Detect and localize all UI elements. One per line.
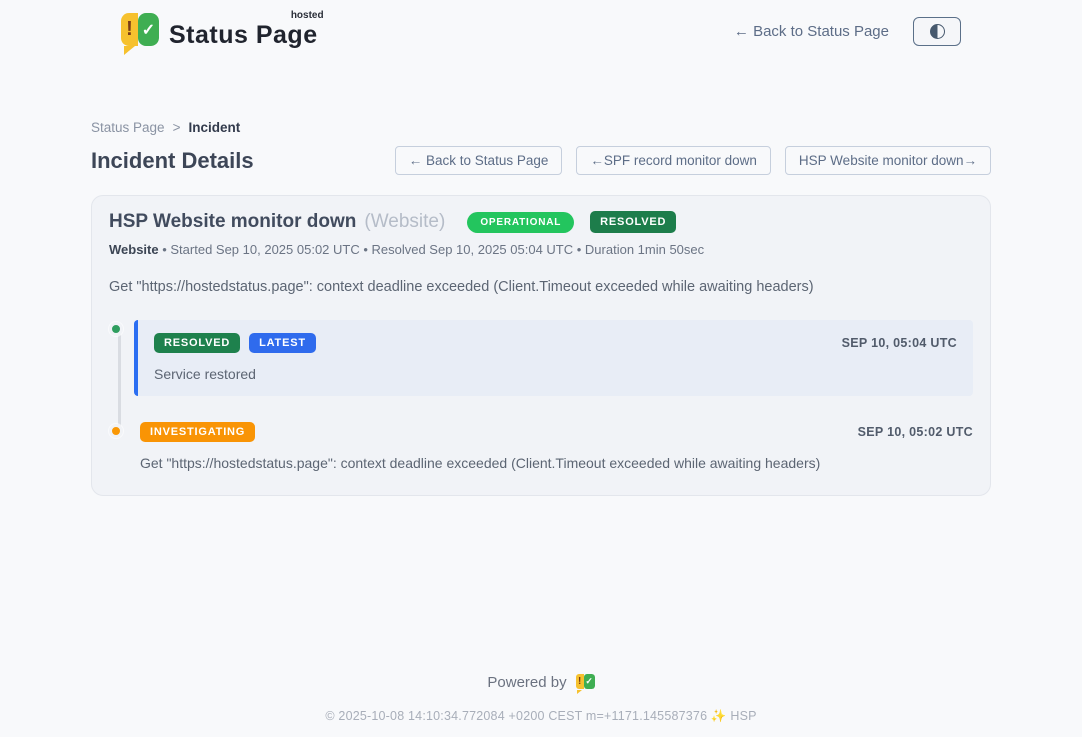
breadcrumb: Status Page > Incident — [91, 120, 991, 135]
logo-bubble-icon: ! ✓ — [121, 13, 159, 49]
back-to-status-page-button[interactable]: ← Back to Status Page — [395, 146, 563, 175]
incident-description: Get "https://hostedstatus.page": context… — [109, 279, 973, 295]
page-header: ! ✓ Status Page hosted ← Back to Status … — [0, 0, 1082, 50]
main-content: Status Page > Incident Incident Details … — [91, 120, 991, 724]
contrast-icon — [930, 24, 945, 39]
page-footer: Powered by ! ✓ © 2025-10-08 14:10:34.772… — [91, 674, 991, 724]
incident-nav-buttons: ← Back to Status Page ←SPF record monito… — [395, 146, 991, 175]
powered-by[interactable]: Powered by ! ✓ — [487, 674, 594, 691]
checkmark-icon: ✓ — [138, 13, 159, 46]
exclamation-icon: ! — [121, 13, 138, 46]
timeline-latest-badge: LATEST — [249, 333, 316, 353]
incident-component: (Website) — [364, 211, 445, 233]
incident-title: HSP Website monitor down — [109, 211, 356, 233]
timeline-resolved-badge: RESOLVED — [154, 333, 240, 353]
mini-logo-icon: ! ✓ — [576, 674, 595, 691]
page-title: Incident Details — [91, 148, 254, 174]
timeline-highlight-box: RESOLVED LATEST SEP 10, 05:04 UTC Servic… — [134, 320, 973, 396]
breadcrumb-status-page[interactable]: Status Page — [91, 120, 165, 135]
resolved-badge: RESOLVED — [590, 211, 676, 233]
status-page-logo[interactable]: ! ✓ Status Page hosted — [121, 13, 318, 50]
brand-superscript: hosted — [291, 10, 324, 21]
timeline-entry-investigating: INVESTIGATING SEP 10, 05:02 UTC Get "htt… — [109, 422, 973, 471]
timeline-message: Service restored — [154, 366, 957, 382]
next-incident-button[interactable]: HSP Website monitor down→ — [785, 146, 991, 175]
brand-name: Status Page — [169, 21, 318, 49]
copyright-text: © 2025-10-08 14:10:34.772084 +0200 CEST … — [91, 709, 991, 724]
timeline-entry-resolved: RESOLVED LATEST SEP 10, 05:04 UTC Servic… — [109, 320, 973, 396]
resolved-dot-icon — [109, 322, 123, 336]
bubble-tail — [124, 46, 135, 55]
incident-timeline: RESOLVED LATEST SEP 10, 05:04 UTC Servic… — [109, 320, 973, 471]
incident-card: HSP Website monitor down (Website) OPERA… — [91, 195, 991, 496]
timeline-timestamp: SEP 10, 05:02 UTC — [858, 425, 973, 439]
header-back-link[interactable]: ← Back to Status Page — [734, 23, 889, 40]
breadcrumb-incident: Incident — [188, 120, 240, 135]
powered-by-label: Powered by — [487, 674, 566, 691]
incident-meta: Website • Started Sep 10, 2025 05:02 UTC… — [109, 242, 973, 257]
mini-exclamation-icon: ! — [576, 674, 584, 689]
investigating-dot-icon — [109, 424, 123, 438]
timeline-investigating-badge: INVESTIGATING — [140, 422, 255, 442]
breadcrumb-separator: > — [173, 120, 181, 135]
operational-badge: OPERATIONAL — [467, 212, 574, 233]
theme-toggle-button[interactable] — [913, 17, 961, 46]
timeline-timestamp: SEP 10, 05:04 UTC — [842, 336, 957, 350]
meta-component-name: Website — [109, 242, 159, 257]
mini-checkmark-icon: ✓ — [584, 674, 595, 689]
meta-details: • Started Sep 10, 2025 05:02 UTC • Resol… — [159, 242, 705, 257]
prev-incident-button[interactable]: ←SPF record monitor down — [576, 146, 771, 175]
timeline-message: Get "https://hostedstatus.page": context… — [140, 455, 973, 471]
mini-bubble-tail — [577, 690, 582, 694]
